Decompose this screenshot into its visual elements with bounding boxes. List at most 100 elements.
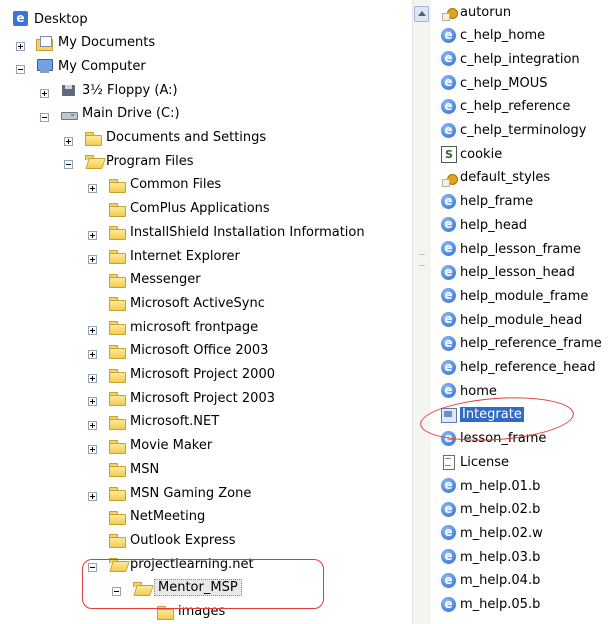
file-item-help-head[interactable]: help_head — [440, 213, 527, 237]
tree-item-my-documents[interactable]: My Documents — [36, 32, 155, 54]
expand-microsoft-office-2003-icon[interactable] — [88, 349, 97, 359]
file-item-m-help-05-b[interactable]: m_help.05.b — [440, 593, 540, 617]
file-item-c-help-integration[interactable]: c_help_integration — [440, 47, 580, 71]
expand-internet-explorer-icon[interactable] — [88, 255, 97, 264]
tree-item-complus-applications[interactable]: ComPlus Applications — [108, 198, 270, 220]
tree-item-internet-explorer[interactable]: Internet Explorer — [108, 245, 240, 267]
file-item-label: m_help.05.b — [460, 597, 541, 612]
collapse-main-drive-c-icon[interactable] — [40, 112, 49, 122]
ie-document-icon — [440, 549, 458, 565]
tree-item-label: Outlook Express — [130, 532, 236, 548]
file-item-help-reference-head[interactable]: help_reference_head — [440, 356, 596, 380]
file-item-cookie[interactable]: cookie — [440, 142, 502, 166]
tree-item-desktop[interactable]: Desktop — [12, 8, 88, 30]
scroll-up-arrow-icon[interactable] — [414, 6, 429, 22]
tree-item-label: Microsoft ActiveSync — [130, 295, 265, 311]
expand-common-files-icon[interactable] — [88, 183, 97, 193]
tree-item-movie-maker[interactable]: Movie Maker — [108, 435, 212, 457]
tree-item-microsoft-office-2003[interactable]: Microsoft Office 2003 — [108, 340, 268, 362]
file-item-help-lesson-head[interactable]: help_lesson_head — [440, 261, 575, 285]
tree-item-documents-and-settings[interactable]: Documents and Settings — [84, 127, 266, 149]
file-item-label: License — [460, 454, 510, 470]
ie-document-icon — [440, 193, 458, 210]
file-item-m-help-02-w[interactable]: m_help.02.w — [440, 521, 543, 545]
file-item-label: help_head — [460, 217, 528, 233]
tree-item-my-computer[interactable]: My Computer — [36, 55, 146, 77]
file-item-m-help-01-b[interactable]: m_help.01.b — [440, 474, 540, 498]
file-item-help-reference-frame[interactable]: help_reference_frame — [440, 332, 602, 356]
file-item-c-help-mous[interactable]: c_help_MOUS — [440, 71, 547, 95]
tree-item-microsoft-frontpage[interactable]: microsoft frontpage — [108, 316, 258, 338]
file-item-help-frame[interactable]: help_frame — [440, 190, 533, 214]
file-item-c-help-terminology[interactable]: c_help_terminology — [440, 119, 586, 143]
file-item-label: m_help.03.b — [460, 549, 541, 565]
file-item-m-help-02-b[interactable]: m_help.02.b — [440, 498, 540, 522]
tree-item-outlook-express[interactable]: Outlook Express — [108, 529, 236, 551]
tree-item-msn-gaming-zone[interactable]: MSN Gaming Zone — [108, 482, 251, 504]
file-item-label: help_lesson_frame — [460, 241, 581, 257]
file-item-c-help-home[interactable]: c_help_home — [440, 24, 545, 48]
tree-item-common-files[interactable]: Common Files — [108, 174, 221, 196]
file-item-label: c_help_terminology — [460, 123, 587, 138]
expand-msn-gaming-zone-icon[interactable] — [88, 492, 97, 501]
expand-microsoft-net-icon[interactable] — [88, 420, 97, 430]
ie-document-icon — [440, 27, 458, 44]
file-item-label: help_module_frame — [460, 288, 589, 304]
tree-item-microsoft-net[interactable]: Microsoft.NET — [108, 411, 219, 433]
hard-drive-icon — [60, 106, 78, 122]
ie-document-icon — [440, 75, 458, 91]
tree-item-netmeeting[interactable]: NetMeeting — [108, 506, 205, 528]
tree-item-microsoft-project-2000[interactable]: Microsoft Project 2000 — [108, 364, 275, 386]
file-item-label: c_help_reference — [460, 99, 571, 115]
vertical-scrollbar[interactable] — [412, 0, 431, 624]
collapse-program-files-icon[interactable] — [64, 160, 73, 170]
file-item-label: m_help.02.b — [460, 502, 541, 518]
folder-icon — [108, 224, 126, 241]
ie-document-icon — [440, 217, 458, 233]
tree-item-installshield-installation-information[interactable]: InstallShield Installation Information — [108, 221, 365, 243]
tree-item-label: My Computer — [58, 58, 146, 74]
expand-microsoft-project-2000-icon[interactable] — [88, 373, 97, 383]
file-item-default-styles[interactable]: default_styles — [440, 166, 550, 190]
file-item-m-help-04-b[interactable]: m_help.04.b — [440, 569, 540, 593]
file-item-label: m_help.01.b — [460, 478, 541, 494]
tree-item-main-drive-c[interactable]: Main Drive (C:) — [60, 103, 180, 125]
tree-item-3-floppy-a[interactable]: 3½ Floppy (A:) — [60, 79, 178, 101]
tree-item-label: NetMeeting — [130, 509, 206, 525]
folder-icon — [108, 532, 126, 549]
expand-my-documents-icon[interactable] — [16, 41, 25, 51]
expand-microsoft-frontpage-icon[interactable] — [88, 326, 97, 336]
expand-documents-and-settings-icon[interactable] — [64, 136, 73, 146]
tree-item-microsoft-activesync[interactable]: Microsoft ActiveSync — [108, 292, 265, 314]
folder-icon — [108, 438, 126, 454]
ie-document-icon — [440, 501, 458, 518]
file-item-help-module-head[interactable]: help_module_head — [440, 308, 582, 332]
file-item-license[interactable]: License — [440, 450, 509, 474]
tree-item-microsoft-project-2003[interactable]: Microsoft Project 2003 — [108, 387, 275, 409]
expand-installshield-installation-information-icon[interactable] — [88, 231, 97, 241]
folder-tree: Desktop My Documents My Computer 3½ Floppy … — [0, 0, 405, 624]
file-item-help-lesson-frame[interactable]: help_lesson_frame — [440, 237, 581, 261]
tree-item-msn[interactable]: MSN — [108, 458, 159, 480]
file-item-autorun[interactable]: autorun — [440, 0, 511, 24]
expand-movie-maker-icon[interactable] — [88, 444, 97, 454]
my-documents-icon — [36, 35, 54, 51]
tree-item-label: Microsoft Project 2003 — [130, 390, 275, 406]
expand-microsoft-project-2003-icon[interactable] — [88, 397, 97, 407]
scrollbar-thumb[interactable] — [414, 26, 429, 446]
file-item-label: m_help.02.w — [460, 525, 543, 541]
tree-item-messenger[interactable]: Messenger — [108, 269, 201, 291]
tree-item-program-files[interactable]: Program Files — [84, 150, 194, 172]
tree-item-label: Desktop — [34, 11, 88, 27]
file-item-c-help-reference[interactable]: c_help_reference — [440, 95, 570, 119]
collapse-my-computer-icon[interactable] — [16, 65, 25, 75]
file-item-label: m_help.04.b — [460, 573, 541, 589]
folder-icon — [108, 343, 126, 359]
folder-icon — [108, 248, 126, 264]
file-item-label: default_styles — [460, 170, 551, 186]
ie-document-icon — [440, 241, 458, 257]
tree-item-label: Program Files — [106, 153, 194, 169]
expand-3-floppy-a-icon[interactable] — [40, 89, 49, 99]
file-item-m-help-03-b[interactable]: m_help.03.b — [440, 545, 540, 569]
file-item-help-module-frame[interactable]: help_module_frame — [440, 284, 588, 308]
